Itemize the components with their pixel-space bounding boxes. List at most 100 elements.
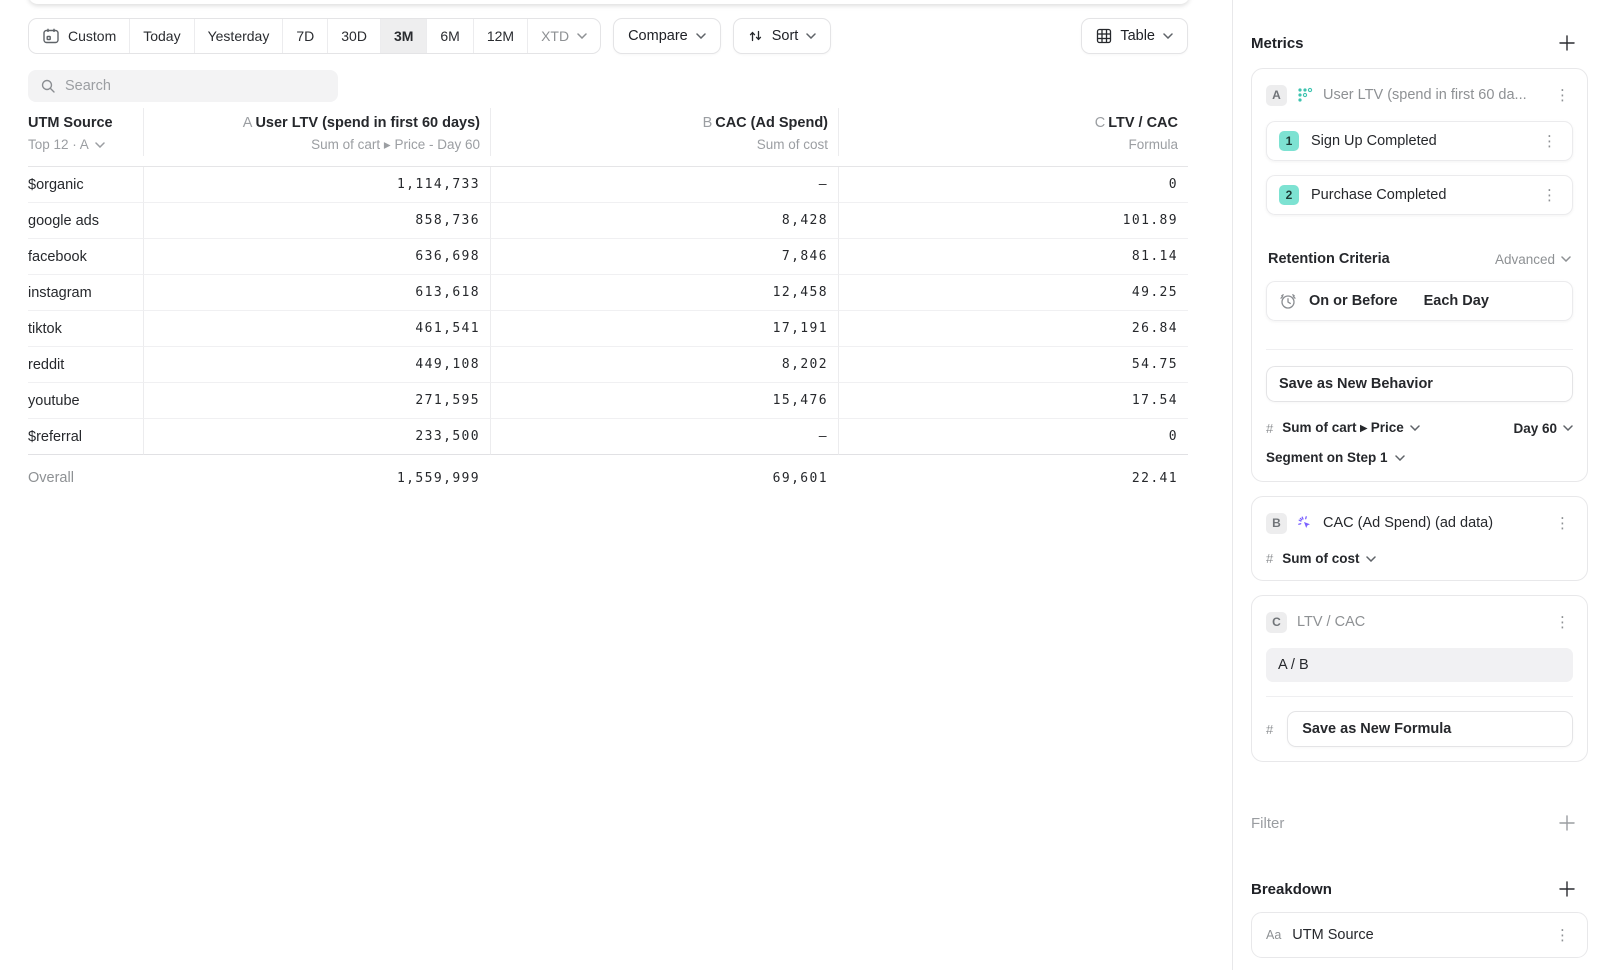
column-header-metric-b[interactable]: BCAC (Ad Spend) Sum of cost [490,108,838,156]
step-2-card[interactable]: 2 Purchase Completed ⋮ [1266,175,1573,215]
retention-mode-dropdown[interactable]: Advanced [1495,252,1571,267]
cell-value: 636,698 [143,239,490,275]
save-formula-label: Save as New Formula [1302,721,1451,737]
calendar-icon [42,27,60,45]
column-title: CAC (Ad Spend) [715,115,828,131]
metric-a-property-row: # Sum of cart ▸ Price Day 60 [1266,420,1573,436]
table-row[interactable]: facebook 636,698 7,846 81.14 [28,239,1188,275]
number-type-icon: # [1266,421,1273,436]
cell-value: 0 [838,419,1188,455]
chevron-down-icon[interactable] [95,142,105,148]
breakdown-item-utm-source[interactable]: Aa UTM Source ⋮ [1251,912,1588,958]
cell-value: 101.89 [838,203,1188,239]
overall-value: 1,559,999 [143,455,490,501]
table-row[interactable]: instagram 613,618 12,458 49.25 [28,275,1188,311]
add-filter-button[interactable] [1558,814,1576,832]
report-toolbar: Custom Today Yesterday 7D 30D 3M 6M 12M … [28,18,1188,54]
chevron-down-icon [577,33,587,39]
metric-letter-badge: A [1266,85,1287,106]
date-range-3m-selected[interactable]: 3M [380,19,426,53]
search-icon [40,78,56,94]
metric-b-header[interactable]: B CAC (Ad Spend) (ad data) ⋮ [1266,509,1573,537]
window-dropdown[interactable]: Day 60 [1513,421,1573,436]
save-as-new-behavior-button[interactable]: Save as New Behavior [1266,366,1573,402]
formula-input[interactable]: A / B [1266,648,1573,682]
kebab-menu-icon[interactable]: ⋮ [1539,134,1560,148]
cell-value: 8,202 [490,347,838,383]
column-header-metric-a[interactable]: AUser LTV (spend in first 60 days) Sum o… [143,108,490,156]
step-number-badge: 1 [1279,131,1299,151]
overall-value: 69,601 [490,455,838,501]
cell-value: – [490,419,838,455]
date-range-label: 30D [341,28,367,44]
cell-value: 7,846 [490,239,838,275]
alarm-clock-icon [1279,292,1297,310]
kebab-menu-icon[interactable]: ⋮ [1552,88,1573,102]
retention-condition-label: On or Before [1309,293,1398,309]
cell-value: 613,618 [143,275,490,311]
card-divider [1266,349,1573,350]
column-header-metric-c[interactable]: CLTV / CAC Formula [838,108,1188,156]
metrics-section-header: Metrics [1251,34,1588,52]
chevron-down-icon [1395,455,1405,461]
formula-text: A / B [1278,657,1309,673]
compare-button[interactable]: Compare [613,18,721,54]
app-window: Custom Today Yesterday 7D 30D 3M 6M 12M … [0,0,1600,970]
retention-mode-label: Advanced [1495,252,1555,267]
search-bar[interactable] [28,70,338,102]
retention-period-label[interactable]: Each Day [1424,293,1489,309]
breakdown-title: Breakdown [1251,881,1332,898]
table-row[interactable]: $referral 233,500 – 0 [28,419,1188,455]
sort-label: Sort [772,28,799,44]
date-range-custom[interactable]: Custom [29,19,129,53]
metric-letter-badge: B [1266,513,1287,534]
table-row[interactable]: tiktok 461,541 17,191 26.84 [28,311,1188,347]
kebab-menu-icon[interactable]: ⋮ [1552,516,1573,530]
property-dropdown[interactable]: Sum of cart ▸ Price [1282,420,1420,436]
date-range-12m[interactable]: 12M [473,19,527,53]
retention-criteria-row: Retention Criteria Advanced [1266,251,1573,267]
main-report-area: Custom Today Yesterday 7D 30D 3M 6M 12M … [0,0,1232,970]
retention-condition-card[interactable]: On or Before Each Day [1266,281,1573,321]
table-row[interactable]: $organic 1,114,733 – 0 [28,167,1188,203]
sort-button[interactable]: Sort [733,18,832,54]
step-1-card[interactable]: 1 Sign Up Completed ⋮ [1266,121,1573,161]
row-label: $referral [28,419,143,455]
kebab-menu-icon[interactable]: ⋮ [1539,188,1560,202]
property-dropdown[interactable]: Sum of cost [1282,551,1375,566]
metric-c-header[interactable]: C LTV / CAC ⋮ [1266,608,1573,636]
row-label: reddit [28,347,143,383]
date-range-today[interactable]: Today [129,19,193,53]
date-range-yesterday[interactable]: Yesterday [194,19,283,53]
table-grid-icon [1096,28,1112,44]
date-range-xtd[interactable]: XTD [527,19,600,53]
segment-dropdown[interactable]: Segment on Step 1 [1266,450,1573,465]
add-breakdown-button[interactable] [1558,880,1576,898]
search-input[interactable] [65,78,326,94]
metric-a-header[interactable]: A User LTV (spend in first 60 da... ⋮ [1266,81,1573,109]
kebab-menu-icon[interactable]: ⋮ [1552,928,1573,942]
add-metric-button[interactable] [1558,34,1576,52]
table-row[interactable]: google ads 858,736 8,428 101.89 [28,203,1188,239]
date-range-6m[interactable]: 6M [426,19,472,53]
step-label: Purchase Completed [1311,187,1527,203]
date-range-label: Yesterday [208,28,270,44]
segment-label: Segment on Step 1 [1266,450,1388,465]
table-row[interactable]: reddit 449,108 8,202 54.75 [28,347,1188,383]
table-row[interactable]: youtube 271,595 15,476 17.54 [28,383,1188,419]
cell-value: 461,541 [143,311,490,347]
date-range-7d[interactable]: 7D [282,19,327,53]
chart-card-bottom-edge [28,0,1190,4]
kebab-menu-icon[interactable]: ⋮ [1552,615,1573,629]
column-header-utm-source[interactable]: UTM Source Top 12 · A [28,108,143,156]
view-type-button[interactable]: Table [1081,18,1188,54]
metric-letter-badge: C [1266,612,1287,633]
step-number-badge: 2 [1279,185,1299,205]
cell-value: 81.14 [838,239,1188,275]
save-as-new-formula-button[interactable]: Save as New Formula [1287,711,1573,747]
chevron-down-icon [696,33,706,39]
filter-section-header: Filter [1251,814,1588,832]
date-range-30d[interactable]: 30D [327,19,380,53]
metric-title: CAC (Ad Spend) (ad data) [1323,515,1542,531]
cell-value: – [490,167,838,203]
